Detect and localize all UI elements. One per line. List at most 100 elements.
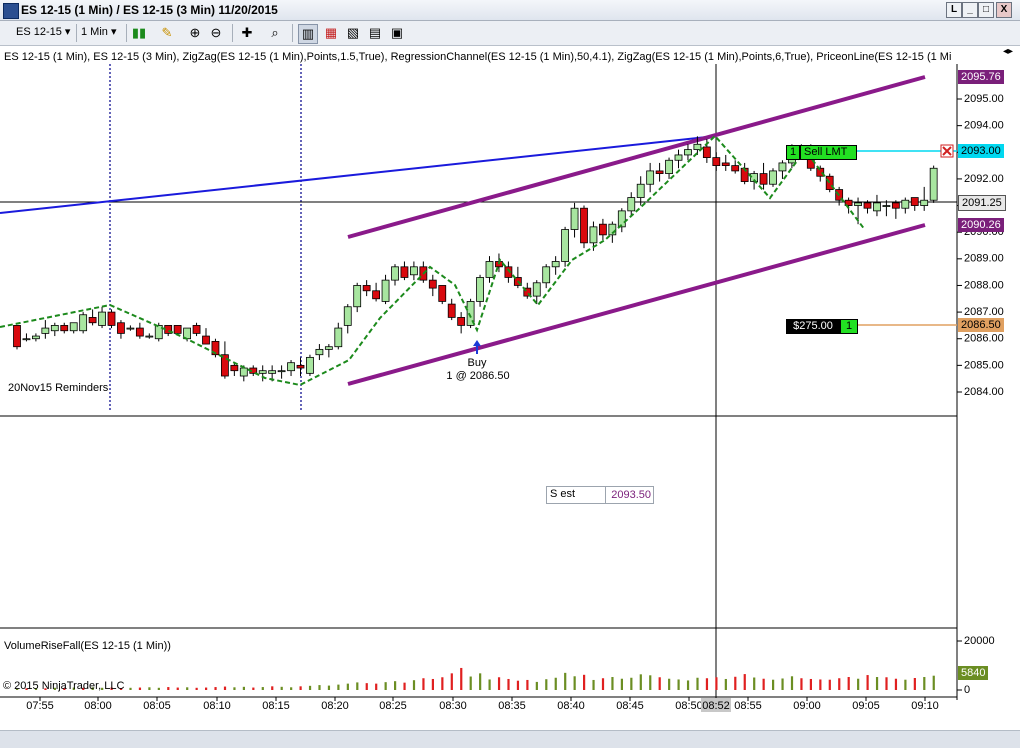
volume-bar — [384, 682, 387, 690]
candle-body — [315, 348, 324, 356]
candle-body — [192, 325, 201, 334]
volume-bar — [261, 687, 264, 690]
time-axis-label: 09:00 — [793, 700, 821, 712]
volume-bar — [271, 686, 274, 690]
candle-body — [627, 197, 636, 212]
trend-line — [0, 135, 717, 214]
volume-bar — [705, 678, 709, 690]
volume-bar — [668, 678, 671, 690]
volume-bar — [583, 674, 586, 690]
volume-bar — [677, 679, 680, 690]
chart-properties-icon[interactable]: ▤ — [366, 24, 384, 42]
candle-body — [721, 162, 730, 166]
buy-execution-fill: 1 @ 2086.50 — [446, 370, 510, 382]
volume-bar — [375, 683, 378, 690]
sell-limit-order-label[interactable]: Sell LMT — [800, 145, 857, 160]
candle-body — [485, 261, 494, 278]
volume-bar — [337, 684, 340, 690]
interval-selector[interactable]: 1 Min ▾ — [81, 24, 116, 40]
toolbar-separator — [76, 24, 77, 42]
volume-bar — [412, 680, 416, 690]
candle-body — [277, 370, 286, 373]
candle-body — [778, 162, 787, 172]
window-close-button[interactable]: X — [996, 2, 1012, 18]
candle-body — [268, 370, 277, 374]
volume-bar — [535, 681, 538, 690]
volume-bar — [724, 678, 727, 690]
volume-bar — [809, 678, 812, 690]
price-axis-label: 2094.00 — [964, 120, 1004, 132]
volume-bar — [932, 675, 935, 690]
crosshair-icon[interactable]: ✚ — [238, 24, 256, 42]
price-axis: 2095.002094.002093.002092.002091.002090.… — [957, 93, 1004, 398]
volume-bar — [138, 687, 142, 690]
volume-bar — [658, 677, 661, 690]
sell-order-quantity[interactable]: 1 — [786, 145, 800, 160]
volume-bar — [394, 681, 397, 690]
volume-bar — [734, 676, 737, 690]
pencil-icon[interactable]: ✎ — [158, 24, 176, 42]
candle-body — [126, 327, 135, 330]
volume-bar — [800, 678, 803, 690]
candle-body — [910, 197, 919, 206]
volume-bar — [280, 686, 283, 690]
s-est-value: 2093.50 — [605, 487, 653, 503]
volume-bar — [904, 679, 907, 690]
time-axis-label: 08:15 — [262, 700, 290, 712]
volume-bar — [611, 677, 614, 690]
position-entry-price-badge: 2086.50 — [958, 318, 1004, 332]
time-axis-label: 08:30 — [439, 700, 467, 712]
horizontal-scrollbar[interactable] — [0, 730, 1020, 748]
s-est-label: S est — [550, 488, 576, 500]
volume-bar — [252, 687, 255, 690]
volume-bar — [460, 667, 463, 690]
window-maximize-button[interactable]: □ — [978, 2, 994, 18]
volume-bar — [790, 676, 794, 690]
candle-body — [343, 306, 352, 326]
volume-bar — [630, 677, 633, 690]
chart-trader-icon[interactable]: ▣ — [388, 24, 406, 42]
candle-body — [551, 261, 560, 268]
candle-body — [353, 285, 362, 308]
window-minimize-button[interactable]: _ — [962, 2, 978, 18]
search-icon[interactable]: ⌕ — [266, 24, 284, 42]
window-title: ES 12-15 (1 Min) / ES 12-15 (3 Min) 11/2… — [21, 3, 278, 17]
last-price-badge: 2091.25 — [958, 195, 1006, 211]
volume-bar — [507, 678, 510, 690]
indicators-icon[interactable]: ▦ — [322, 24, 340, 42]
price-axis-label: 2085.00 — [964, 359, 1004, 371]
price-axis-label: 2086.00 — [964, 333, 1004, 345]
position-pnl[interactable]: $275.00 — [786, 319, 840, 334]
toolbar-separator — [126, 24, 127, 42]
candle-body — [362, 285, 371, 292]
price-axis-label: 2088.00 — [964, 279, 1004, 291]
strategies-icon[interactable]: ▧ — [344, 24, 362, 42]
zoom-in-icon[interactable]: ⊕ — [186, 24, 204, 42]
instrument-selector[interactable]: ES 12-15 ▾ — [16, 24, 70, 40]
candle-body — [655, 170, 664, 174]
candle-body — [476, 277, 484, 302]
time-axis-label: 08:45 — [616, 700, 644, 712]
volume-axis-label-zero: 0 — [964, 684, 970, 696]
candle-body — [542, 266, 551, 284]
window-lock-button[interactable]: L — [946, 2, 962, 18]
volume-bar — [195, 687, 198, 690]
regression-channel-lower — [347, 223, 926, 386]
volume-bar — [554, 677, 557, 690]
time-axis-label: 08:50 — [675, 700, 703, 712]
bar-type-icon[interactable]: ▮▮ — [130, 24, 148, 42]
data-box-icon[interactable]: ▥ — [298, 24, 318, 44]
zoom-out-icon[interactable]: ⊖ — [207, 24, 225, 42]
candle-body — [693, 143, 702, 151]
time-axis-label: 08:55 — [734, 700, 762, 712]
position-quantity[interactable]: 1 — [840, 319, 858, 334]
candle-body — [891, 202, 900, 209]
volume-bar — [223, 686, 227, 690]
time-axis-label: 08:25 — [379, 700, 407, 712]
volume-bar — [497, 677, 501, 690]
volume-bar — [299, 686, 302, 690]
candle-body — [570, 207, 579, 230]
app-icon — [3, 3, 19, 19]
volume-bar — [847, 677, 850, 690]
candle-body — [258, 370, 267, 374]
